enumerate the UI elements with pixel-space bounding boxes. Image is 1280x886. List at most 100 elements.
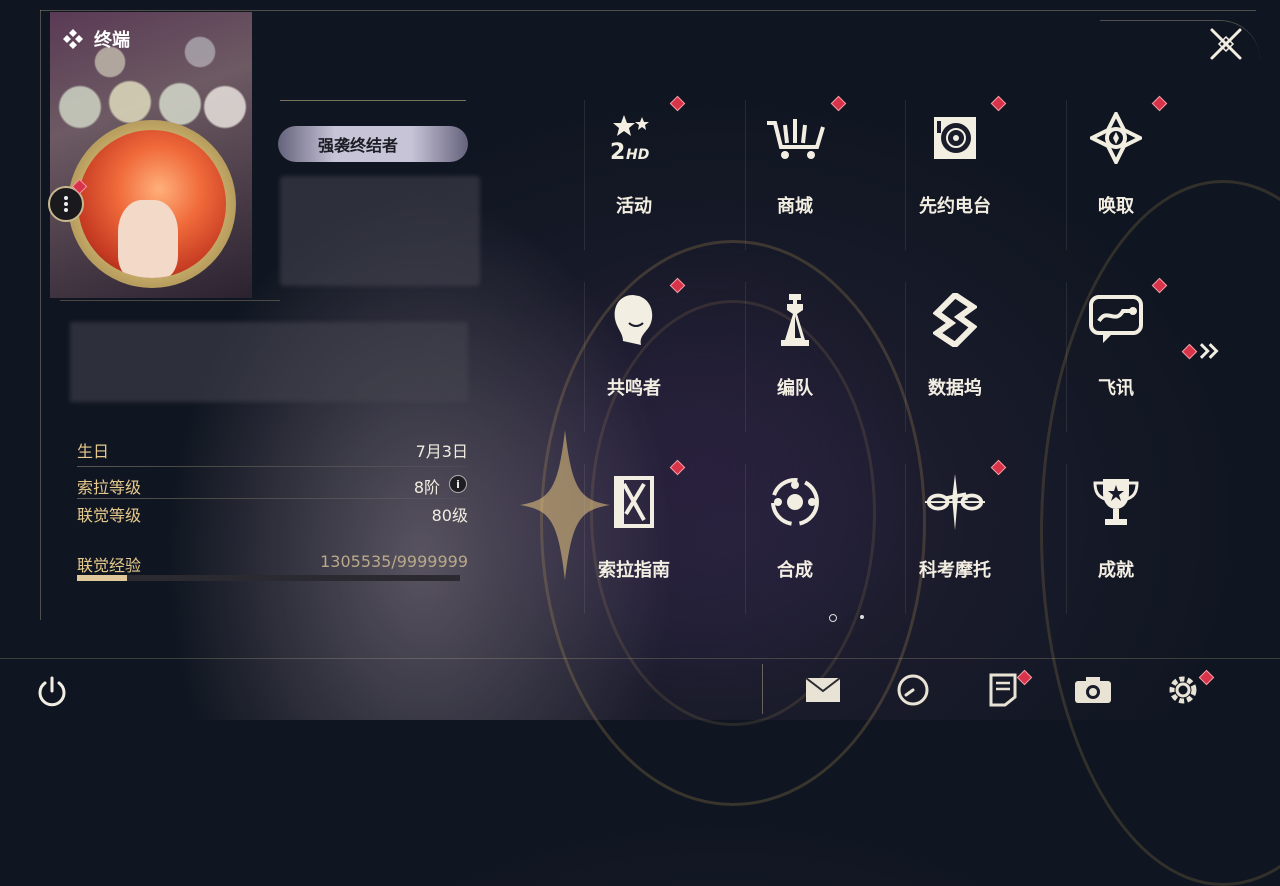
info-icon[interactable]: i [449,475,467,493]
clock-button[interactable] [893,670,933,710]
trophy-icon [1086,472,1146,532]
stat-divider [77,498,467,499]
menu-item-guide-book[interactable]: 索拉指南 [584,454,744,624]
union-level-label: 联觉等级 [77,506,142,525]
menu-item-label: 商城 [777,196,813,217]
clock-icon [897,674,929,706]
union-level-value: 80级 [431,506,468,525]
resonator-head-icon [604,290,664,350]
data-bank-icon [925,290,985,350]
sola-level-value: 8阶 [413,478,440,497]
menu-item-team-chess[interactable]: 编队 [745,272,905,442]
svg-text:HD: HD [626,147,649,163]
next-page-badge-dot [1181,343,1198,359]
signature-blurred [70,322,468,402]
team-chess-icon [765,290,825,350]
menu-item-radio-record[interactable]: 先约电台 [905,90,1065,260]
menu-item-label: 唤取 [1098,196,1134,217]
menu-item-label: 先约电台 [919,196,991,217]
menu-item-label: 编队 [777,378,813,399]
menu-item-badge-dot [669,459,686,476]
tile-separator [745,282,746,432]
camera-icon [1075,677,1111,703]
menu-item-badge-dot [669,277,686,294]
menu-item-label: 成就 [1098,560,1134,581]
stat-divider [77,466,467,467]
tile-separator [584,464,585,614]
settings-badge-dot [1198,669,1215,686]
menu-item-label: 数据坞 [928,378,982,399]
power-icon [38,676,66,707]
menu-item-badge-dot [1151,277,1168,294]
union-exp-value: 1305535/9999999 [320,552,468,571]
settings-button[interactable] [1163,669,1215,710]
avatar[interactable] [78,130,226,278]
menu-item-badge-dot [990,459,1007,476]
union-exp-progress [77,575,460,581]
tile-separator [584,282,585,432]
tile-separator [1066,100,1067,250]
union-exp-progress-fill [77,575,127,581]
menu-item-resonator-head[interactable]: 共鸣者 [584,272,744,442]
sola-level-label: 索拉等级 [77,478,142,497]
menu-item-badge-dot [669,95,686,112]
more-dots-icon [64,196,68,212]
guide-book-icon [604,472,664,532]
menu-item-shop-cart[interactable]: 商城 [745,90,905,260]
menu-item-motorcycle[interactable]: 科考摩托 [905,454,1065,624]
menu-item-data-bank[interactable]: 数据坞 [905,272,1065,442]
mail-icon [805,677,841,702]
camera-button[interactable] [1073,670,1113,710]
menu-item-label: 索拉指南 [598,560,670,581]
menu-item-label: 飞讯 [1098,378,1134,399]
union-exp-label: 联觉经验 [77,556,142,575]
notice-icon [989,673,1017,707]
tile-separator [1066,282,1067,432]
tile-separator [905,100,906,250]
notice-badge-dot [1016,669,1033,686]
event-2hd-icon: 2 HD [604,108,664,168]
tile-separator [905,464,906,614]
svg-text:2: 2 [610,140,625,163]
tile-separator [1066,464,1067,614]
radio-record-icon [925,108,985,168]
tile-separator [745,464,746,614]
player-name-blurred [280,176,480,286]
message-chat-icon [1086,290,1146,350]
settings-gear-icon [1169,676,1197,704]
frame-left-line [40,10,41,620]
power-button[interactable] [34,674,70,710]
frame-top-line [40,10,1256,11]
menu-item-convene-star[interactable]: 唤取 [1066,90,1226,260]
convene-star-icon [1086,108,1146,168]
close-icon [1210,28,1242,60]
terminal-title: 终端 [94,30,130,51]
title-badge-label: 强袭终结者 [318,136,399,155]
bottom-bar-divider [762,664,763,714]
birthday-value: 7月3日 [415,442,468,461]
menu-item-badge-dot [990,95,1007,112]
menu-item-badge-dot [1151,95,1168,112]
menu-item-label: 合成 [777,560,813,581]
menu-item-label: 科考摩托 [919,560,991,581]
menu-item-event-2hd[interactable]: 2 HD 活动 [584,90,744,260]
title-badge[interactable]: 强袭终结者 [278,126,468,162]
terminal-header: 终端 [62,26,130,52]
page-indicator-active[interactable] [829,614,837,622]
next-page-button[interactable] [1180,340,1224,362]
profile-divider-bottom [60,300,280,301]
double-chevron-right-icon [1199,343,1219,359]
close-button[interactable] [1204,22,1248,66]
menu-item-label: 活动 [616,196,652,217]
menu-item-trophy[interactable]: 成就 [1066,454,1226,624]
tile-separator [905,282,906,432]
mail-button[interactable] [803,670,843,710]
menu-item-badge-dot [830,95,847,112]
birthday-label: 生日 [77,442,110,461]
page-indicator-inactive[interactable] [860,615,864,619]
shop-cart-icon [765,108,825,168]
menu-item-synthesis-orbit[interactable]: 合成 [745,454,905,624]
tile-separator [584,100,585,250]
terminal-diamond-icon [63,29,83,49]
notice-button[interactable] [983,669,1033,710]
